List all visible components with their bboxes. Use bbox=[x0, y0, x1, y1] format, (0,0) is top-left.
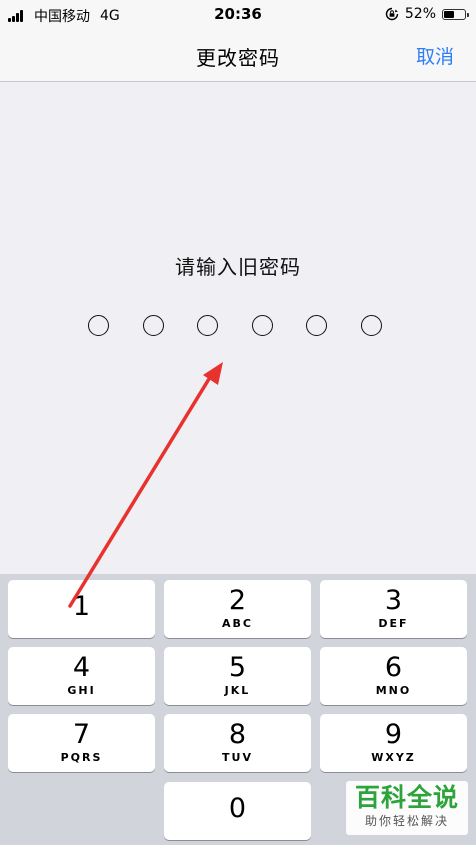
keypad-key-0[interactable]: 0 bbox=[164, 782, 311, 840]
orientation-lock-icon bbox=[385, 7, 399, 21]
keypad-key-2[interactable]: 2 ABC bbox=[164, 580, 311, 638]
key-digit: 6 bbox=[384, 652, 403, 683]
key-digit: 7 bbox=[72, 719, 91, 750]
key-letters: GHI bbox=[67, 684, 96, 697]
passcode-dot bbox=[251, 315, 273, 336]
keypad-key-8[interactable]: 8 TUV bbox=[164, 714, 311, 772]
passcode-prompt: 请输入旧密码 bbox=[175, 255, 301, 279]
watermark-logo: 百科全说 助你轻松解决 bbox=[346, 781, 468, 835]
passcode-dot bbox=[197, 315, 219, 336]
keypad-key-7[interactable]: 7 PQRS bbox=[8, 714, 155, 772]
key-digit: 2 bbox=[228, 585, 247, 616]
passcode-dots bbox=[88, 315, 382, 336]
watermark-title: 百科全说 bbox=[354, 783, 459, 812]
keypad-key-6[interactable]: 6 MNO bbox=[320, 647, 467, 705]
key-digit: 5 bbox=[228, 652, 247, 683]
key-digit: 3 bbox=[384, 585, 403, 616]
key-letters: MNO bbox=[375, 684, 412, 697]
key-digit: 1 bbox=[72, 591, 91, 622]
passcode-dot bbox=[142, 315, 164, 336]
battery-level-fill bbox=[444, 10, 454, 18]
watermark-subtitle: 助你轻松解决 bbox=[364, 814, 449, 828]
key-digit: 8 bbox=[228, 719, 247, 750]
key-digit: 9 bbox=[384, 719, 403, 750]
key-letters: TUV bbox=[222, 751, 253, 764]
key-letters: ABC bbox=[222, 617, 253, 630]
nav-bar: 更改密码 取消 bbox=[0, 30, 476, 82]
battery-percent: 52% bbox=[404, 6, 436, 22]
keypad-key-5[interactable]: 5 JKL bbox=[164, 647, 311, 705]
passcode-dot bbox=[88, 315, 109, 336]
passcode-entry-area: 请输入旧密码 bbox=[0, 82, 476, 574]
passcode-dot bbox=[360, 315, 382, 336]
key-digit: 0 bbox=[228, 793, 247, 824]
cancel-button[interactable]: 取消 bbox=[416, 42, 454, 69]
status-bar: 中国移动 4G 20:36 52% bbox=[0, 0, 476, 30]
key-letters: PQRS bbox=[60, 751, 103, 764]
status-right: 52% bbox=[385, 6, 469, 22]
key-letters: DEF bbox=[378, 617, 409, 630]
keypad-key-4[interactable]: 4 GHI bbox=[8, 647, 155, 705]
keypad-key-9[interactable]: 9 WXYZ bbox=[320, 714, 467, 772]
key-digit: 4 bbox=[72, 652, 91, 683]
passcode-dot bbox=[306, 315, 328, 336]
key-letters: WXYZ bbox=[371, 751, 416, 764]
page-title: 更改密码 bbox=[196, 46, 280, 70]
battery-icon bbox=[442, 8, 469, 20]
keypad-key-3[interactable]: 3 DEF bbox=[320, 580, 467, 638]
keypad-key-1[interactable]: 1 bbox=[8, 580, 155, 638]
key-letters: JKL bbox=[224, 684, 251, 697]
